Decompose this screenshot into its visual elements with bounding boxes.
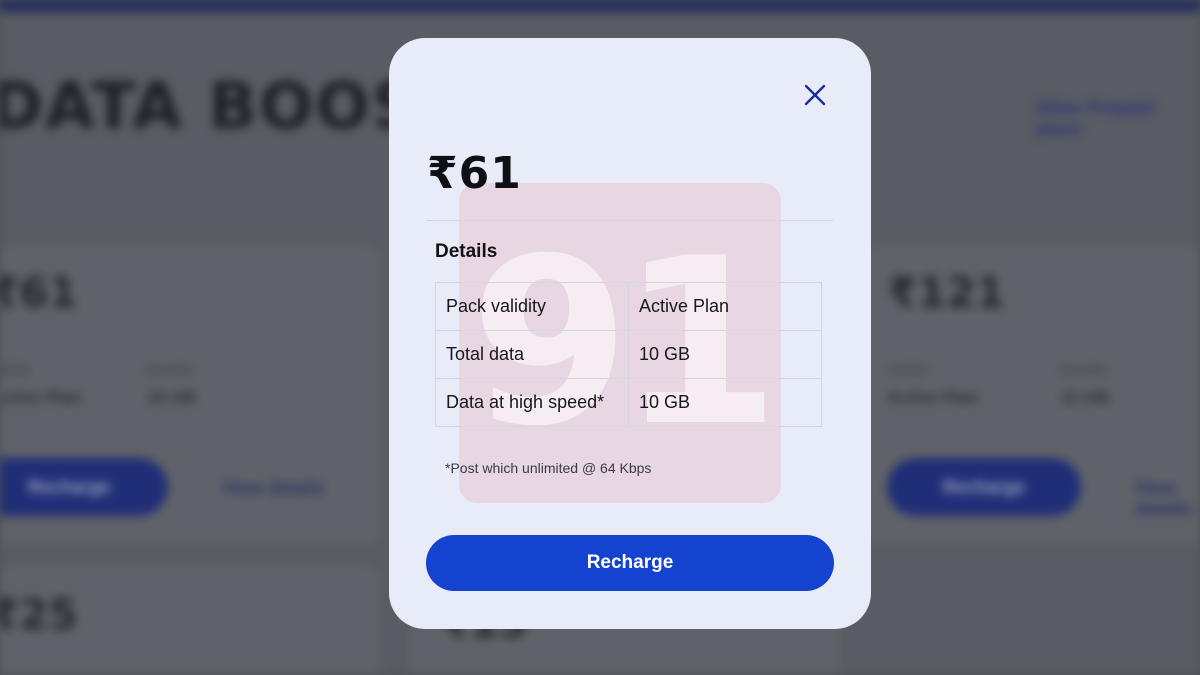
divider xyxy=(427,220,833,221)
table-row: Pack validity Active Plan xyxy=(435,282,822,331)
recharge-button[interactable]: Recharge xyxy=(426,535,834,591)
footnote: *Post which unlimited @ 64 Kbps xyxy=(445,460,652,476)
details-table: Pack validity Active Plan Total data 10 … xyxy=(435,282,822,427)
plan-price: ₹61 xyxy=(427,148,522,199)
table-row: Data at high speed* 10 GB xyxy=(435,378,822,427)
details-title: Details xyxy=(435,241,498,262)
table-row: Total data 10 GB xyxy=(435,330,822,379)
detail-value: Active Plan xyxy=(628,282,822,331)
close-icon xyxy=(804,84,826,106)
plan-details-modal: 91 ₹61 Details Pack validity Active Plan… xyxy=(389,38,871,629)
detail-value: 10 GB xyxy=(628,378,822,427)
detail-label: Data at high speed* xyxy=(435,378,629,427)
detail-label: Total data xyxy=(435,330,629,379)
close-button[interactable] xyxy=(803,83,827,107)
detail-label: Pack validity xyxy=(435,282,629,331)
detail-value: 10 GB xyxy=(628,330,822,379)
